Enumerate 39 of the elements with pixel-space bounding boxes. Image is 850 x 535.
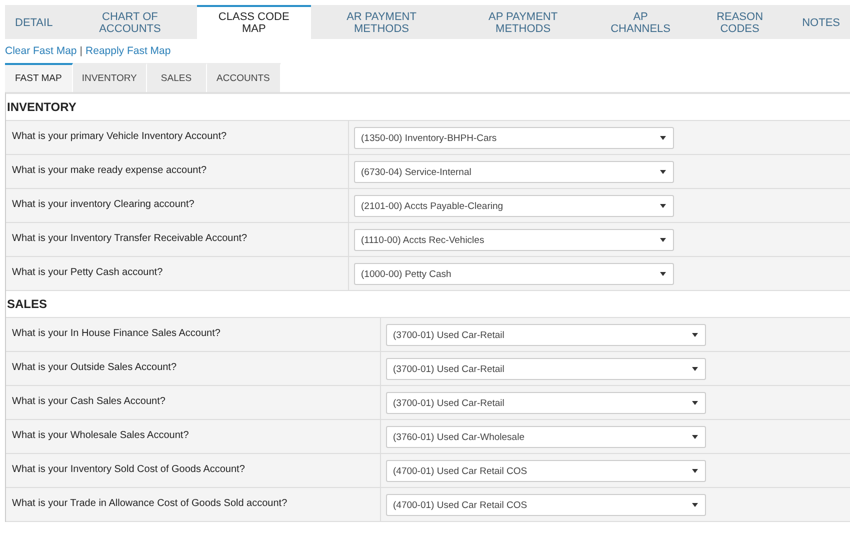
- sub-tab[interactable]: ACCOUNTS: [206, 63, 281, 92]
- account-dropdown[interactable]: (1110-00) Accts Rec-Vehicles: [354, 229, 674, 251]
- tab[interactable]: CHART OF ACCOUNTS: [62, 5, 198, 39]
- tab[interactable]: AP CHANNELS: [594, 5, 688, 39]
- account-dropdown[interactable]: (3700-01) Used Car-Retail: [386, 358, 706, 380]
- question-label: What is your Petty Cash account?: [6, 257, 349, 291]
- caret-icon: [692, 401, 698, 405]
- account-dropdown[interactable]: (1350-00) Inventory-BHPH-Cars: [354, 127, 674, 149]
- sub-tab[interactable]: INVENTORY: [72, 63, 147, 92]
- account-dropdown[interactable]: (3760-01) Used Car-Wholesale: [386, 426, 706, 448]
- clear-fast-map-link[interactable]: Clear Fast Map: [5, 45, 77, 57]
- tab[interactable]: NOTES: [792, 5, 850, 39]
- tab[interactable]: CLASS CODE MAP: [197, 5, 311, 39]
- caret-icon: [660, 136, 666, 140]
- link-separator: |: [80, 45, 83, 57]
- sub-tab[interactable]: FAST MAP: [5, 63, 73, 92]
- question-label: What is your Trade in Allowance Cost of Goods Sold account?: [6, 488, 381, 522]
- caret-icon: [660, 238, 666, 242]
- sub-tab[interactable]: SALES: [146, 63, 207, 92]
- account-dropdown[interactable]: (6730-04) Service-Internal: [354, 161, 674, 183]
- account-dropdown[interactable]: (3700-01) Used Car-Retail: [386, 324, 706, 346]
- caret-icon: [660, 204, 666, 208]
- caret-icon: [692, 503, 698, 507]
- account-dropdown[interactable]: (4700-01) Used Car Retail COS: [386, 460, 706, 482]
- account-dropdown[interactable]: (3700-01) Used Car-Retail: [386, 392, 706, 414]
- caret-icon: [692, 367, 698, 371]
- caret-icon: [692, 469, 698, 473]
- caret-icon: [692, 435, 698, 439]
- caret-icon: [660, 170, 666, 174]
- account-dropdown[interactable]: (1000-00) Petty Cash: [354, 263, 674, 285]
- tab[interactable]: REASON CODES: [688, 5, 792, 39]
- tab[interactable]: DETAIL: [5, 5, 63, 39]
- caret-icon: [660, 272, 666, 276]
- tab[interactable]: AP PAYMENT METHODS: [452, 5, 594, 39]
- caret-icon: [692, 333, 698, 337]
- account-dropdown[interactable]: (2101-00) Accts Payable-Clearing: [354, 195, 674, 217]
- tab[interactable]: AR PAYMENT METHODS: [310, 5, 452, 39]
- account-dropdown[interactable]: (4700-01) Used Car Retail COS: [386, 494, 706, 516]
- reapply-fast-map-link[interactable]: Reapply Fast Map: [86, 45, 171, 57]
